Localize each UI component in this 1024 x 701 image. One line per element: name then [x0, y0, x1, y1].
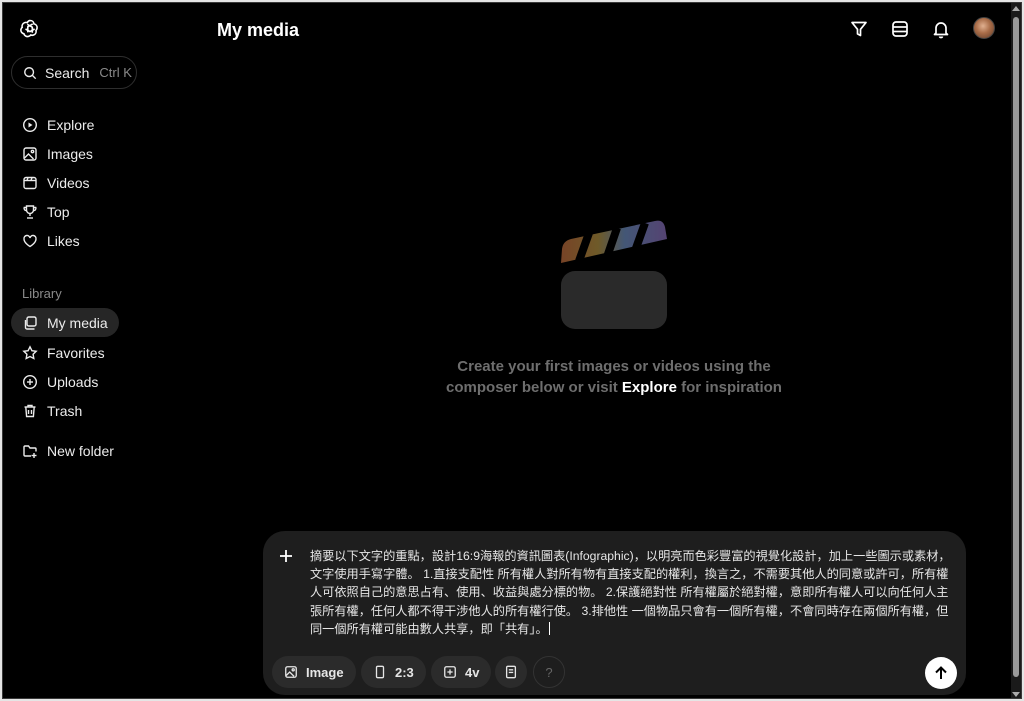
sidebar-item-likes[interactable]: Likes [11, 226, 91, 255]
sidebar-item-videos[interactable]: Videos [11, 168, 101, 197]
scrollbar[interactable] [1011, 3, 1021, 698]
sidebar-item-favorites[interactable]: Favorites [11, 338, 116, 367]
prompt-text: 摘要以下文字的重點，設計16:9海報的資訊圖表(Infographic)，以明亮… [310, 549, 951, 636]
image-icon [23, 146, 37, 161]
trophy-icon [23, 204, 37, 219]
empty-state-line2: composer below or visit Explore for insp… [433, 377, 795, 398]
image-icon [285, 666, 297, 678]
filter-button[interactable] [848, 18, 870, 40]
add-attachment-icon[interactable] [277, 547, 295, 565]
aspect-ratio-label: 2:3 [395, 664, 414, 680]
list-view-button[interactable] [889, 18, 911, 40]
new-folder-icon [23, 444, 37, 458]
list-view-icon [892, 21, 908, 37]
sidebar-item-label: My media [47, 314, 108, 331]
media-type-button[interactable]: Image [272, 656, 356, 688]
notifications-button[interactable] [930, 18, 952, 40]
new-folder-label: New folder [47, 442, 114, 459]
scroll-down-arrow[interactable] [1012, 692, 1020, 697]
send-button[interactable] [925, 657, 957, 689]
filter-icon [851, 21, 867, 37]
help-label: ? [545, 664, 553, 680]
search-icon [24, 66, 37, 79]
search-shortcut: Ctrl K [99, 65, 132, 80]
trash-icon [24, 404, 36, 417]
arrow-up-icon [935, 666, 947, 679]
sidebar-item-label: Trash [47, 402, 83, 419]
aspect-ratio-button[interactable]: 2:3 [361, 656, 426, 688]
explore-link[interactable]: Explore [622, 379, 677, 396]
heart-icon [23, 234, 37, 247]
sidebar-item-label: Favorites [47, 344, 105, 361]
new-folder-button[interactable]: New folder [11, 436, 125, 465]
search-label: Search [45, 64, 90, 81]
bell-icon [933, 22, 949, 39]
sidebar-item-label: Uploads [47, 373, 99, 390]
empty-state-text: composer below or visit [446, 379, 622, 396]
help-button[interactable]: ? [533, 656, 565, 688]
sidebar-item-label: Explore [47, 116, 95, 133]
variants-label: 4v [465, 664, 480, 680]
sidebar-item-top[interactable]: Top [11, 197, 81, 226]
empty-state-text: for inspiration [676, 379, 782, 396]
compass-icon [22, 117, 38, 132]
empty-state-line1: Create your first images or videos using… [457, 358, 771, 375]
user-avatar[interactable] [973, 17, 995, 39]
search-button[interactable]: Search Ctrl K [11, 56, 137, 89]
sidebar-item-label: Videos [47, 174, 90, 191]
presets-button[interactable] [495, 656, 527, 688]
scrollbar-thumb[interactable] [1013, 17, 1019, 677]
scroll-up-arrow[interactable] [1012, 6, 1020, 11]
variants-button[interactable]: 4v [431, 656, 492, 688]
library-section-label: Library [22, 286, 62, 301]
sidebar-item-label: Likes [47, 232, 80, 249]
video-icon [23, 176, 37, 189]
sidebar-item-uploads[interactable]: Uploads [11, 367, 109, 396]
book-icon [505, 665, 517, 679]
sidebar-item-my-media[interactable]: My media [11, 308, 119, 337]
sidebar-item-explore[interactable]: Explore [11, 110, 105, 139]
portrait-ratio-icon [375, 665, 385, 679]
media-type-label: Image [306, 664, 344, 680]
composer: 摘要以下文字的重點，設計16:9海報的資訊圖表(Infographic)，以明亮… [263, 531, 966, 695]
sidebar-item-label: Top [47, 203, 70, 220]
grid-icon [444, 666, 456, 678]
empty-state-message: Create your first images or videos using… [433, 356, 795, 398]
upload-icon [22, 374, 38, 389]
sidebar-item-trash[interactable]: Trash [11, 396, 93, 425]
sidebar-item-label: Images [47, 145, 93, 162]
page-title: My media [217, 20, 300, 40]
media-icon [24, 315, 37, 330]
sidebar-item-images[interactable]: Images [11, 139, 104, 168]
star-icon [22, 344, 38, 360]
openai-logo-icon[interactable] [18, 17, 42, 41]
text-cursor [548, 621, 550, 635]
app-window: Search Ctrl K Explore Images Videos Top … [2, 2, 1022, 699]
prompt-input[interactable]: 摘要以下文字的重點，設計16:9海報的資訊圖表(Infographic)，以明亮… [310, 547, 952, 638]
clapperboard-icon [561, 220, 667, 329]
